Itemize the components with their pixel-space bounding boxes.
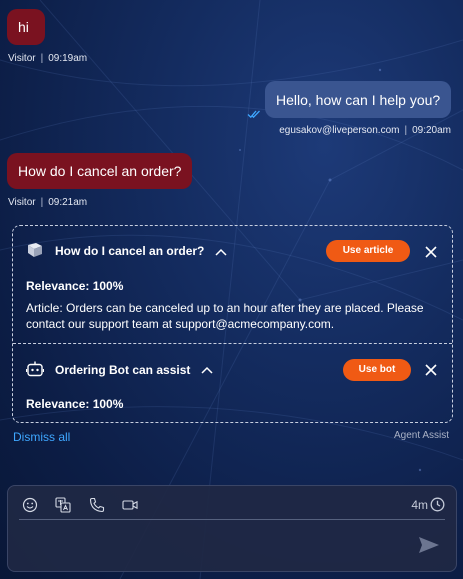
article-body: Article: Orders can be canceled up to an… xyxy=(26,301,424,331)
message-meta: Visitor | 09:21am xyxy=(8,197,88,208)
video-icon[interactable] xyxy=(122,497,138,513)
sender-name: egusakov@liveperson.com xyxy=(279,125,400,136)
bot-relevance: Relevance: 100% xyxy=(26,397,124,411)
message-time: 09:21am xyxy=(48,197,88,208)
phone-icon[interactable] xyxy=(89,497,105,513)
double-check-icon xyxy=(247,110,260,119)
sender-name: Visitor xyxy=(8,53,36,64)
robot-icon xyxy=(26,361,44,377)
composer-divider xyxy=(19,519,445,520)
message-meta: Visitor | 09:19am xyxy=(8,53,88,64)
agent-message-bubble: Hello, how can I help you? xyxy=(265,81,452,118)
agent-assist-panel: How do I cancel an order? Use article Re… xyxy=(12,225,453,423)
visitor-message-bubble: How do I cancel an order? xyxy=(7,153,193,189)
agent-assist-label: Agent Assist xyxy=(393,430,449,441)
close-icon[interactable] xyxy=(425,364,437,376)
use-bot-button[interactable]: Use bot xyxy=(343,359,411,381)
message-time: 09:20am xyxy=(412,125,451,136)
chevron-up-icon[interactable] xyxy=(215,248,227,256)
article-title: How do I cancel an order? xyxy=(55,244,205,258)
sender-name: Visitor xyxy=(8,197,36,208)
dismiss-all-link[interactable]: Dismiss all xyxy=(13,430,70,444)
message-meta: egusakov@liveperson.com | 09:20am xyxy=(279,125,451,136)
emoji-icon[interactable] xyxy=(22,497,38,513)
bot-title: Ordering Bot can assist xyxy=(55,363,191,377)
message-time: 09:19am xyxy=(48,53,88,64)
use-article-button[interactable]: Use article xyxy=(326,240,410,262)
chevron-up-icon[interactable] xyxy=(201,366,213,374)
translate-icon[interactable] xyxy=(55,497,71,513)
card-divider xyxy=(13,343,452,344)
book-icon xyxy=(28,243,42,257)
send-icon[interactable] xyxy=(418,536,440,554)
clock-icon xyxy=(430,497,445,512)
conversation-timer: 4m xyxy=(411,498,428,512)
message-composer[interactable]: 4m xyxy=(7,485,457,572)
article-relevance: Relevance: 100% xyxy=(26,279,124,293)
close-icon[interactable] xyxy=(425,246,437,258)
visitor-message-bubble: hi xyxy=(7,9,45,45)
